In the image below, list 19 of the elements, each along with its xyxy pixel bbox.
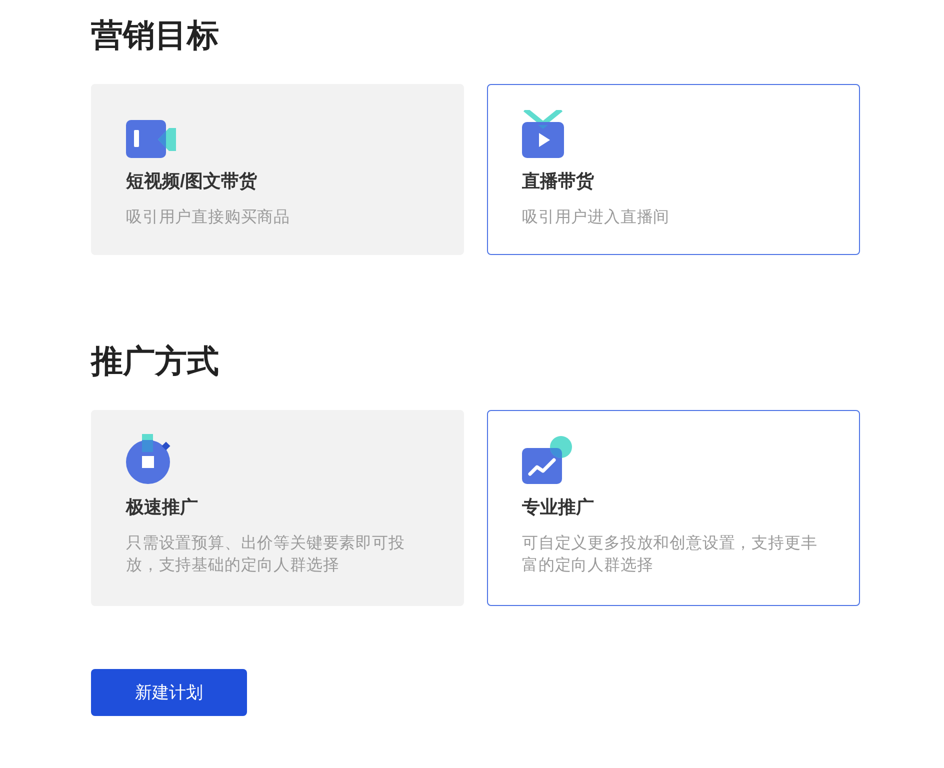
stopwatch-icon <box>126 434 172 484</box>
card-title: 极速推广 <box>126 496 198 519</box>
card-description: 吸引用户直接购买商品 <box>126 208 291 228</box>
option-card[interactable]: 极速推广 只需设置预算、出价等关键要素即可投放，支持基础的定向人群选择 <box>91 410 464 606</box>
new-plan-button[interactable]: 新建计划 <box>91 669 247 716</box>
option-card[interactable]: 专业推广 可自定义更多投放和创意设置，支持更丰富的定向人群选择 <box>487 410 860 606</box>
card-title: 专业推广 <box>522 496 594 519</box>
option-card[interactable]: 直播带货 吸引用户进入直播间 <box>487 84 860 255</box>
card-description: 只需设置预算、出价等关键要素即可投放，支持基础的定向人群选择 <box>126 534 406 576</box>
section-title: 推广方式 <box>91 342 219 380</box>
option-card[interactable]: 短视频/图文带货 吸引用户直接购买商品 <box>91 84 464 255</box>
section-title: 营销目标 <box>91 16 219 54</box>
card-title: 短视频/图文带货 <box>126 170 258 193</box>
tv-play-icon <box>522 110 564 158</box>
chart-trend-icon <box>522 436 572 484</box>
card-description: 吸引用户进入直播间 <box>522 208 671 228</box>
video-camera-icon <box>126 120 176 158</box>
card-title: 直播带货 <box>522 170 594 193</box>
card-description: 可自定义更多投放和创意设置，支持更丰富的定向人群选择 <box>522 534 818 576</box>
